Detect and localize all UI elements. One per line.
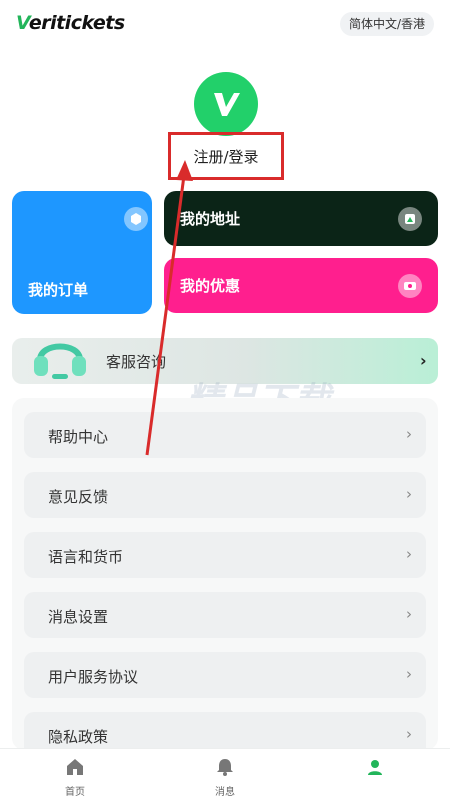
menu-item-label: 消息设置 (48, 608, 109, 626)
user-icon (368, 760, 382, 775)
address-icon (398, 207, 422, 231)
customer-service-label: 客服咨询 (106, 353, 167, 371)
language-region-button[interactable]: 简体中文/香港 (340, 12, 434, 36)
chevron-right-icon: › (420, 351, 427, 370)
my-address-label: 我的地址 (180, 210, 241, 228)
chevron-right-icon: › (406, 425, 412, 443)
nav-home-label: 首页 (65, 787, 85, 798)
logo-text: eritickets (28, 12, 125, 34)
my-coupon-card[interactable]: 我的优惠 (164, 258, 438, 313)
bell-icon (217, 759, 233, 776)
home-icon (67, 759, 83, 775)
menu-item-label: 隐私政策 (48, 728, 109, 746)
nav-messages[interactable]: 消息 (195, 757, 255, 798)
menu-item-language-currency[interactable]: 语言和货币 › (24, 532, 426, 578)
register-login-label: 注册/登录 (193, 147, 259, 166)
menu-item-label: 用户服务协议 (48, 668, 139, 686)
register-login-link[interactable]: 注册/登录 (168, 132, 284, 180)
my-address-card[interactable]: 我的地址 (164, 191, 438, 246)
chevron-right-icon: › (406, 665, 412, 683)
chevron-right-icon: › (406, 605, 412, 623)
menu-item-user-agreement[interactable]: 用户服务协议 › (24, 652, 426, 698)
avatar[interactable] (194, 72, 258, 136)
my-coupon-label: 我的优惠 (180, 277, 241, 295)
menu-item-help-center[interactable]: 帮助中心 › (24, 412, 426, 458)
nav-mine[interactable] (345, 757, 405, 781)
nav-home[interactable]: 首页 (45, 757, 105, 798)
my-orders-label: 我的订单 (28, 281, 89, 299)
nav-messages-label: 消息 (215, 787, 235, 798)
bottom-nav: 首页 消息 (0, 748, 450, 800)
chevron-right-icon: › (406, 545, 412, 563)
top-bar: Veritickets 简体中文/香港 (0, 0, 450, 48)
brand-v-icon (214, 93, 240, 116)
my-orders-card[interactable]: 我的订单 (12, 191, 152, 314)
coupon-icon (398, 274, 422, 298)
headset-icon (34, 343, 86, 379)
menu-item-label: 语言和货币 (48, 548, 124, 566)
menu-item-feedback[interactable]: 意见反馈 › (24, 472, 426, 518)
settings-menu: 帮助中心 › 意见反馈 › 语言和货币 › 消息设置 › 用户服务协议 › 隐私… (12, 398, 438, 758)
menu-item-label: 帮助中心 (48, 428, 109, 446)
orders-icon (124, 207, 148, 231)
app-logo[interactable]: Veritickets (16, 12, 125, 34)
chevron-right-icon: › (406, 725, 412, 743)
menu-item-notification-settings[interactable]: 消息设置 › (24, 592, 426, 638)
menu-item-label: 意见反馈 (48, 488, 109, 506)
chevron-right-icon: › (406, 485, 412, 503)
logo-v: V (16, 12, 29, 34)
